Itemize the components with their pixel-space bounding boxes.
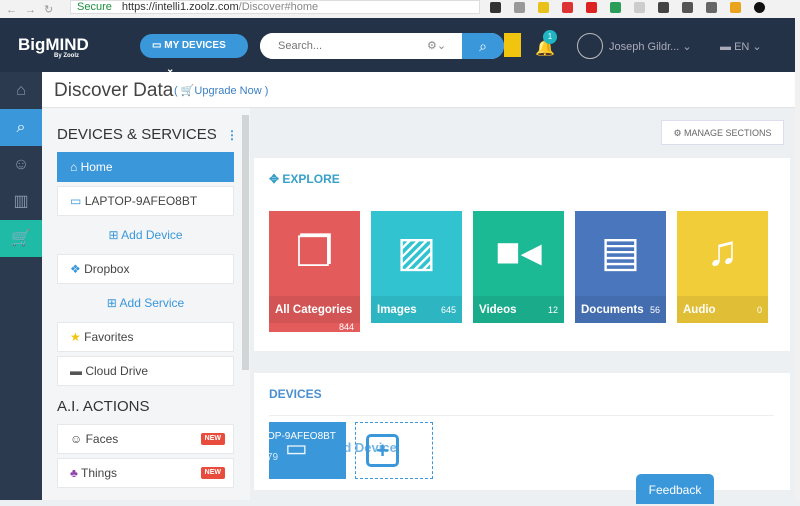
tile-images[interactable]: ▨ Images 645 (371, 211, 462, 323)
tile-videos[interactable]: ■◂ Videos 12 (473, 211, 564, 323)
left-panel-scrollbar[interactable] (242, 115, 249, 370)
browser-nav-buttons[interactable]: ←→↻ (0, 3, 70, 16)
people-icon[interactable]: ☺ (0, 146, 42, 183)
add-device-tile[interactable]: + Add Device (326, 422, 433, 479)
secure-label: Secure (77, 1, 112, 13)
url-path: /Discover#home (238, 1, 319, 13)
sidebar-item-cloud-drive[interactable]: ▬ Cloud Drive (57, 356, 234, 386)
left-panel: DEVICES & SERVICES ⋮ ⌂ Home ▭ LAPTOP-9AF… (42, 108, 250, 500)
user-menu[interactable]: Joseph Gildr... ⌄ (609, 40, 692, 53)
sidebar-item-faces[interactable]: ☺ Faces NEW (57, 424, 234, 454)
devices-services-title: DEVICES & SERVICES (57, 126, 217, 143)
search-icon[interactable]: ⌕ (0, 109, 42, 146)
sidebar-item-laptop[interactable]: ▭ LAPTOP-9AFEO8BT (57, 186, 234, 216)
extension-icons[interactable] (490, 2, 765, 13)
chart-icon[interactable]: ▥ (0, 183, 42, 220)
tile-audio[interactable]: ♫ Audio 0 (677, 211, 768, 323)
add-service-link[interactable]: ⊞ Add Service (57, 288, 234, 318)
more-icon[interactable]: ⋮ (226, 128, 238, 142)
video-icon: ■◂ (495, 228, 542, 275)
document-icon: ▤ (600, 228, 641, 275)
language-select[interactable]: ▬ EN ⌄ (720, 40, 762, 53)
top-nav: BigMINDBy Zoolz ▭ MY DEVICES ⌄ ⚙⌄ ⌕ 🔔 1 … (0, 18, 795, 75)
search-input[interactable] (260, 33, 410, 59)
sidebar-item-favorites[interactable]: ★ Favorites (57, 322, 234, 352)
add-device-link[interactable]: ⊞ Add Device (57, 220, 234, 250)
page-title: Discover Data (54, 80, 174, 101)
sidebar-item-home[interactable]: ⌂ Home (57, 152, 234, 182)
page-header: Discover Data ( 🛒Upgrade Now ) (42, 72, 795, 108)
download-button[interactable] (504, 33, 521, 57)
url-host: https://intelli1.zoolz.com (121, 1, 239, 13)
manage-sections-button[interactable]: ⚙ MANAGE SECTIONS (661, 120, 784, 145)
gear-icon[interactable]: ⚙⌄ (427, 39, 446, 52)
logo[interactable]: BigMIND By Zoolz (18, 35, 89, 59)
files-icon: ❐ (295, 228, 334, 275)
my-devices-button[interactable]: ▭ MY DEVICES ⌄ (140, 34, 248, 75)
devices-title: DEVICES (269, 387, 322, 401)
browser-bar: ←→↻ Secure https://intelli1.zoolz.com/Dis… (0, 0, 800, 18)
new-badge: NEW (200, 467, 225, 479)
new-badge: NEW (200, 433, 225, 445)
notification-badge: 1 (543, 30, 557, 44)
search-button[interactable]: ⌕ (462, 33, 504, 59)
cart-icon[interactable]: 🛒 (0, 220, 42, 257)
address-bar[interactable]: Secure https://intelli1.zoolz.com/Discove… (70, 0, 480, 14)
avatar[interactable] (577, 33, 603, 59)
explore-title: ✥ EXPLORE (269, 172, 340, 186)
explore-card: ✥ EXPLORE ❐ All Categories 844 ▨ Images 645 … (254, 158, 790, 351)
sidebar-item-dropbox[interactable]: ❖ Dropbox (57, 254, 234, 284)
page-scrollbar[interactable] (795, 18, 800, 500)
icon-rail: ⌂ ⌕ ☺ ▥ 🛒 (0, 72, 42, 500)
image-icon: ▨ (396, 228, 437, 275)
upgrade-link[interactable]: ( 🛒Upgrade Now ) (174, 84, 268, 97)
home-icon[interactable]: ⌂ (0, 72, 42, 109)
search-box: ⚙⌄ ⌕ (260, 33, 504, 59)
tile-documents[interactable]: ▤ Documents 56 (575, 211, 666, 323)
music-icon: ♫ (706, 227, 739, 274)
tile-all-categories[interactable]: ❐ All Categories 844 (269, 211, 360, 332)
sidebar-item-things[interactable]: ♣ Things NEW (57, 458, 234, 488)
devices-card: DEVICES ▭ OP-9AFEO8BT 79 + Add Device (254, 373, 790, 490)
ai-actions-title: A.I. ACTIONS (57, 398, 150, 415)
